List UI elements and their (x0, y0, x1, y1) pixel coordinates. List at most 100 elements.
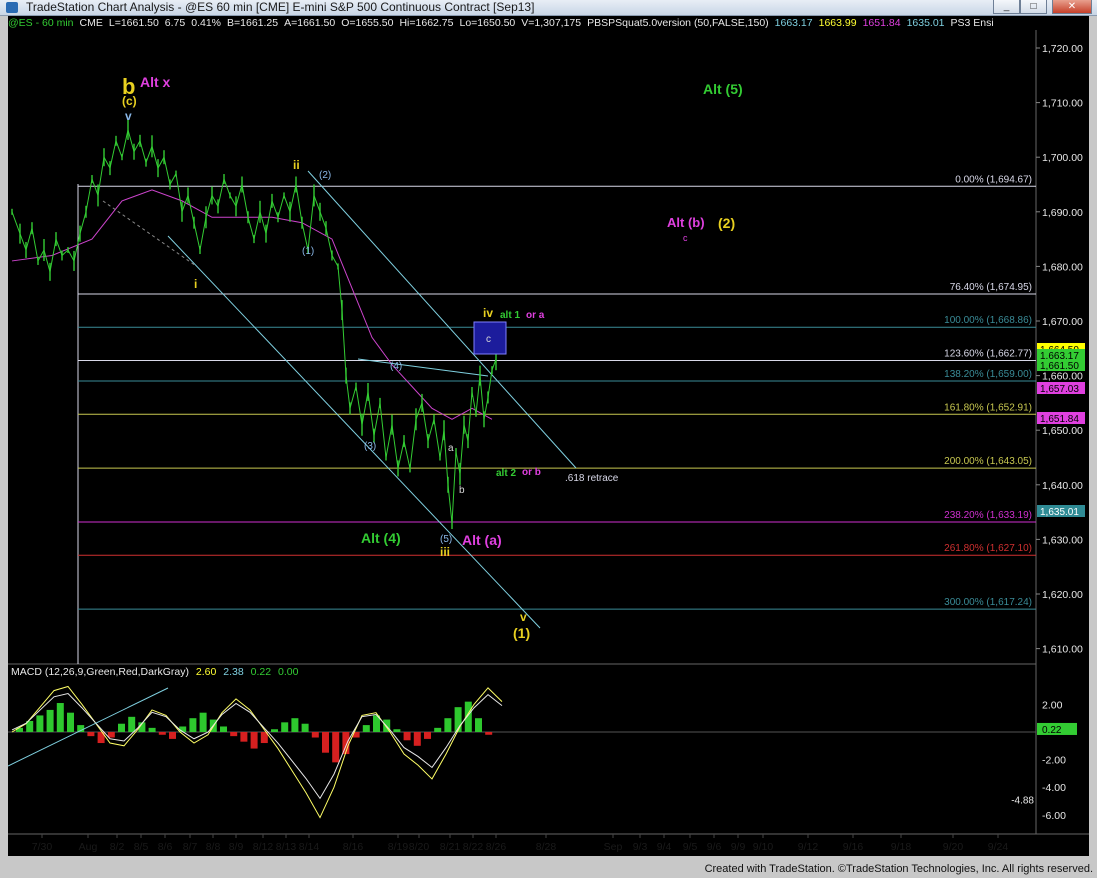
date-tick-label: 8/7 (183, 841, 198, 853)
fib-label: 261.80% (1,627.10) (944, 543, 1032, 554)
alt-b-label: Alt (b) (667, 215, 705, 230)
close-button[interactable]: ✕ (1052, 0, 1092, 14)
wave-3-paren-label: (3) (364, 441, 376, 452)
macd-histogram-bar (128, 716, 136, 732)
alt-2-label: alt 2 (496, 468, 516, 479)
or-b-label: or b (522, 467, 541, 478)
wave-1-bottom-label: (1) (513, 625, 530, 641)
wave-a-label: a (448, 443, 454, 454)
wave-4-paren-label: (4) (390, 361, 402, 372)
macd-histogram-bar (158, 732, 166, 735)
fib-label: 300.00% (1,617.24) (944, 597, 1032, 608)
macd-panel (8, 685, 1036, 819)
wave-2-right-label: (2) (718, 215, 735, 231)
price-tick-label: 1,610.00 (1042, 644, 1083, 656)
price-tick-label: 1,640.00 (1042, 480, 1083, 492)
macd-histogram-bar (271, 729, 278, 732)
macd-histogram-bar (403, 732, 411, 741)
price-tick-label: 1,720.00 (1042, 43, 1083, 55)
macd-histogram-bar (485, 732, 493, 735)
fib-label: 238.20% (1,633.19) (944, 510, 1032, 521)
macd-title: MACD (12,26,9,Green,Red,DarkGray) (11, 666, 189, 678)
date-tick-label: 9/3 (633, 841, 648, 853)
date-tick-label: 8/21 (440, 841, 461, 853)
alt-a-label: Alt (a) (462, 532, 502, 548)
wave-ii-label: ii (293, 158, 300, 172)
alt-5-label: Alt (5) (703, 81, 743, 97)
window-titlebar: TradeStation Chart Analysis - @ES 60 min… (0, 0, 1097, 16)
macd-histogram-bar (281, 722, 289, 732)
wave-v-top-label: v (125, 109, 132, 123)
macd-histogram-bar (444, 718, 452, 732)
macd-histogram-bar (301, 723, 309, 732)
price-marker-label: 1,651.84 (1040, 414, 1079, 425)
wave-2-paren-label: (2) (319, 170, 331, 181)
macd-value: 2.60 (195, 666, 217, 678)
wave-iv-label: iv (483, 306, 493, 320)
wave-c-box-label: c (486, 334, 491, 345)
maximize-button[interactable]: □ (1020, 0, 1047, 14)
macd-histogram-bar (107, 732, 115, 738)
wave-c-small-label: c (683, 233, 688, 243)
date-tick-label: 8/14 (299, 841, 320, 853)
fib-label: 123.60% (1,662.77) (944, 348, 1032, 359)
macd-tick-label: -4.00 (1042, 782, 1066, 794)
price-tick-label: 1,630.00 (1042, 534, 1083, 546)
status-bar: Created with TradeStation. ©TradeStation… (704, 863, 1093, 875)
macd-histogram-bar (199, 712, 207, 732)
minimize-button[interactable]: _ (993, 0, 1020, 14)
date-tick-label: 9/9 (731, 841, 746, 853)
wave-b-small-label: b (459, 485, 465, 496)
date-tick-label: 8/16 (343, 841, 364, 853)
window-title: TradeStation Chart Analysis - @ES 60 min… (26, 0, 535, 14)
alt-4-label: Alt (4) (361, 530, 401, 546)
wave-iii-label: iii (440, 545, 450, 559)
date-tick-label: 8/5 (134, 841, 149, 853)
price-marker-label: 1,657.03 (1040, 384, 1079, 395)
date-tick-label: Sep (604, 841, 623, 853)
date-tick-label: 9/18 (891, 841, 912, 853)
date-tick-label: Aug (79, 841, 98, 853)
macd-histogram-bar (148, 727, 156, 732)
macd-tick-label: 2.00 (1042, 699, 1063, 711)
macd-histogram-bar (56, 703, 64, 732)
date-tick-label: 9/6 (707, 841, 722, 853)
date-tick-label: 9/12 (798, 841, 819, 853)
wave-v-bottom-label: v (520, 610, 527, 624)
macd-header: MACD (12,26,9,Green,Red,DarkGray) 2.60 2… (11, 666, 298, 678)
wave-labels: b (c) Alt x v ii (2) i (1) (4) (3) (5) i… (122, 74, 743, 641)
date-tick-label: 8/13 (276, 841, 297, 853)
macd-histogram-bar (393, 729, 401, 732)
wave-c-paren-label: (c) (122, 94, 137, 108)
price-marker-label: 1,635.01 (1040, 507, 1079, 518)
macd-histogram-bar (475, 718, 482, 732)
macd-histogram-bar (240, 732, 248, 742)
date-tick-label: 8/2 (110, 841, 125, 853)
date-tick-label: 9/24 (988, 841, 1009, 853)
macd-histogram-bar (87, 732, 95, 737)
macd-histogram-bar (169, 732, 176, 739)
or-a-label: or a (526, 310, 545, 321)
fib-label: 76.40% (1,674.95) (950, 282, 1032, 293)
date-tick-label: 7/30 (32, 841, 53, 853)
macd-zero: 0.00 (277, 666, 299, 678)
wave-1-paren-label: (1) (302, 246, 314, 257)
app-icon (6, 2, 18, 13)
date-tick-label: 8/22 (463, 841, 484, 853)
macd-histogram-bar (322, 732, 329, 753)
price-tick-label: 1,690.00 (1042, 207, 1083, 219)
macd-diff: 0.22 (250, 666, 272, 678)
macd-tick-label: -6.00 (1042, 810, 1066, 822)
macd-histogram-bar (250, 732, 258, 749)
macd-histogram-bar (220, 726, 227, 732)
chart-area[interactable]: @ES - 60 min CME L=1661.50 6.75 0.41% B=1661.… (8, 16, 1089, 856)
price-tick-label: 1,700.00 (1042, 152, 1083, 164)
date-tick-label: 8/12 (253, 841, 274, 853)
date-tick-label: 8/8 (206, 841, 221, 853)
date-tick-label: 9/5 (683, 841, 698, 853)
date-tick-label: 9/20 (943, 841, 964, 853)
price-chart-svg: 0.00% (1,694.67) 76.40% (1,674.95) 100.00%… (8, 30, 1089, 853)
date-tick-label: 9/4 (657, 841, 672, 853)
fib-lines: 0.00% (1,694.67) 76.40% (1,674.95) 100.00%… (78, 174, 1036, 610)
channel-lower (167, 235, 541, 629)
